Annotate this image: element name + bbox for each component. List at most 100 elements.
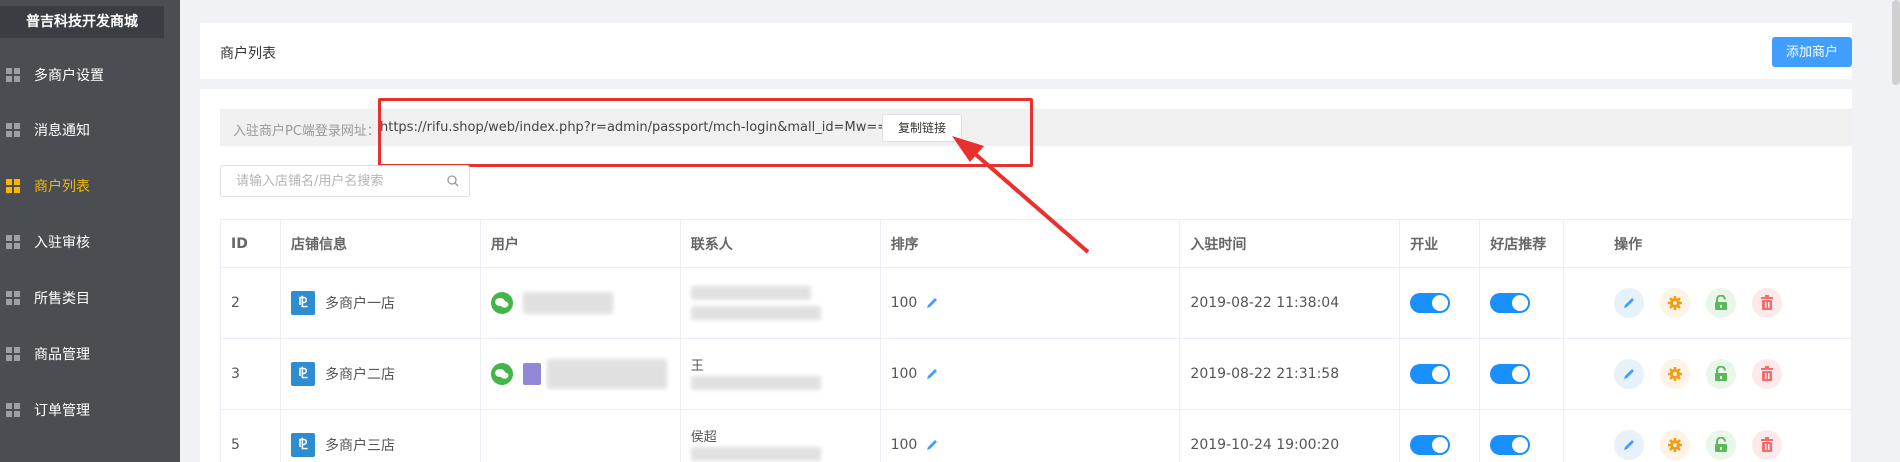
unlock-button[interactable]	[1706, 288, 1737, 318]
brand-title: 普吉科技开发商城	[0, 6, 164, 38]
unlock-icon	[1715, 366, 1728, 381]
header-actions: 操作	[1564, 220, 1853, 267]
sidebar-item-categories[interactable]: 所售类目	[0, 275, 180, 321]
shop-name: 多商户二店	[324, 367, 395, 383]
gear-icon	[1668, 438, 1683, 452]
blurred-contact-name	[690, 286, 811, 300]
shop-logo-icon: ⅊	[290, 291, 315, 315]
cell-recommend	[1480, 339, 1565, 409]
edit-button[interactable]	[1614, 359, 1645, 389]
cell-recommend	[1480, 410, 1565, 462]
open-switch[interactable]	[1410, 364, 1451, 384]
sidebar: 普吉科技开发商城 多商户设置 消息通知 商户列表 入驻审核 所售类目 商品管理 …	[0, 0, 180, 462]
delete-button[interactable]	[1752, 288, 1783, 318]
delete-button[interactable]	[1752, 430, 1783, 460]
cell-user	[481, 410, 681, 462]
table-row: 3 ⅊ 多商户二店 王 100 2019-08-22 21:31:58	[221, 339, 1853, 410]
header-time: 入驻时间	[1180, 220, 1401, 267]
cell-actions	[1564, 339, 1853, 409]
edit-button[interactable]	[1614, 288, 1645, 318]
gear-icon	[1668, 367, 1683, 381]
search-input[interactable]	[221, 166, 441, 196]
login-url-label: 入驻商户PC端登录网址：	[233, 124, 380, 139]
copy-link-button[interactable]: 复制链接	[882, 114, 962, 142]
settings-button[interactable]	[1660, 430, 1691, 460]
sidebar-item-merchant-list[interactable]: 商户列表	[0, 163, 180, 209]
cell-sort: 100	[881, 410, 1181, 462]
cell-time: 2019-08-22 11:38:04	[1180, 268, 1401, 338]
shop-name: 多商户一店	[324, 296, 395, 312]
header-sort: 排序	[881, 220, 1181, 267]
settings-button[interactable]	[1660, 359, 1691, 389]
search-box[interactable]	[220, 165, 470, 197]
shop-name: 多商户三店	[324, 438, 395, 454]
grid-icon	[6, 123, 20, 137]
edit-sort-icon[interactable]	[925, 296, 939, 310]
sidebar-item-label: 消息通知	[34, 123, 90, 139]
contact-name: 侯超	[690, 430, 717, 445]
cell-id: 3	[221, 339, 281, 409]
recommend-switch[interactable]	[1490, 435, 1531, 455]
cell-user	[481, 339, 681, 409]
add-merchant-button[interactable]: 添加商户	[1772, 37, 1852, 67]
edit-sort-icon[interactable]	[925, 438, 939, 452]
header-user: 用户	[481, 220, 681, 267]
trash-icon	[1761, 295, 1774, 310]
search-icon[interactable]	[447, 175, 459, 187]
cell-open	[1400, 268, 1481, 338]
header-card: 商户列表 添加商户	[200, 23, 1852, 79]
open-switch[interactable]	[1410, 293, 1451, 313]
blurred-contact-phone	[690, 447, 821, 461]
sidebar-item-multi-merchant-settings[interactable]: 多商户设置	[0, 52, 180, 98]
grid-icon	[6, 403, 20, 417]
header-open: 开业	[1400, 220, 1481, 267]
cell-actions	[1564, 268, 1853, 338]
unlock-button[interactable]	[1706, 359, 1737, 389]
grid-icon	[6, 235, 20, 249]
wechat-icon	[490, 292, 513, 314]
sort-value: 100	[890, 295, 918, 311]
edit-icon	[1624, 440, 1635, 450]
blurred-contact-phone	[690, 376, 821, 390]
sidebar-item-label: 所售类目	[34, 291, 90, 307]
cell-sort: 100	[881, 268, 1181, 338]
cell-open	[1400, 410, 1481, 462]
sidebar-item-products[interactable]: 商品管理	[0, 331, 180, 377]
grid-icon	[6, 347, 20, 361]
cell-actions	[1564, 410, 1853, 462]
merchant-table: ID 店铺信息 用户 联系人 排序 入驻时间 开业 好店推荐 操作 2 ⅊ 多商…	[220, 219, 1853, 462]
main-card: 入驻商户PC端登录网址： https://rifu.shop/web/index…	[200, 89, 1853, 462]
trash-icon	[1761, 366, 1774, 381]
page-title: 商户列表	[220, 46, 276, 62]
scrollbar-thumb[interactable]	[1892, 0, 1900, 85]
scrollbar[interactable]	[1892, 0, 1900, 462]
header-contact: 联系人	[681, 220, 881, 267]
sidebar-item-label: 多商户设置	[34, 68, 104, 84]
recommend-switch[interactable]	[1490, 364, 1531, 384]
sort-value: 100	[890, 366, 918, 382]
cell-sort: 100	[881, 339, 1181, 409]
sidebar-item-label: 商户列表	[34, 179, 90, 195]
user-avatar	[522, 363, 541, 385]
edit-button[interactable]	[1614, 430, 1645, 460]
blurred-user-info	[522, 292, 613, 314]
settings-button[interactable]	[1660, 288, 1691, 318]
sidebar-item-label: 商品管理	[34, 347, 90, 363]
sidebar-item-orders[interactable]: 订单管理	[0, 387, 180, 433]
cell-shop: ⅊ 多商户二店	[281, 339, 481, 409]
unlock-button[interactable]	[1706, 430, 1737, 460]
sidebar-item-entry-review[interactable]: 入驻审核	[0, 219, 180, 265]
header-recommend: 好店推荐	[1480, 220, 1565, 267]
cell-recommend	[1480, 268, 1565, 338]
unlock-icon	[1715, 295, 1728, 310]
open-switch[interactable]	[1410, 435, 1451, 455]
header-shop: 店铺信息	[281, 220, 481, 267]
contact-name: 王	[690, 359, 704, 374]
header-id: ID	[221, 220, 281, 267]
cell-open	[1400, 339, 1481, 409]
edit-sort-icon[interactable]	[925, 367, 939, 381]
delete-button[interactable]	[1752, 359, 1783, 389]
recommend-switch[interactable]	[1490, 293, 1531, 313]
sidebar-item-notifications[interactable]: 消息通知	[0, 107, 180, 153]
cell-shop: ⅊ 多商户三店	[281, 410, 481, 462]
